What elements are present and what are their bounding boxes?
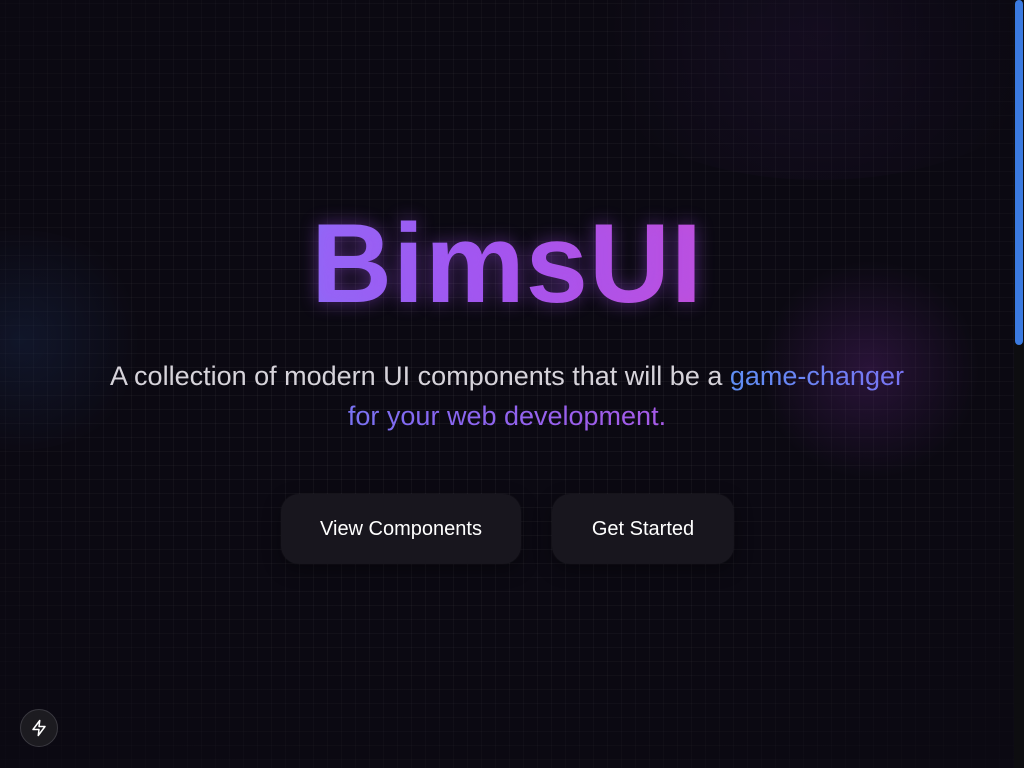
vertical-scrollbar[interactable] <box>1014 0 1024 768</box>
hero-title: BimsUI <box>0 200 1014 328</box>
hero-subtitle-text: A collection of modern UI components tha… <box>110 361 730 391</box>
landing-page: BimsUI A collection of modern UI compone… <box>0 0 1014 768</box>
bolt-badge-button[interactable] <box>20 709 58 747</box>
hero-subtitle: A collection of modern UI components tha… <box>110 356 904 436</box>
hero-title-text: BimsUI <box>311 201 703 326</box>
bolt-icon <box>32 719 46 737</box>
scrollbar-thumb[interactable] <box>1015 0 1023 345</box>
view-components-button[interactable]: View Components <box>281 494 521 564</box>
get-started-button[interactable]: Get Started <box>552 494 734 564</box>
